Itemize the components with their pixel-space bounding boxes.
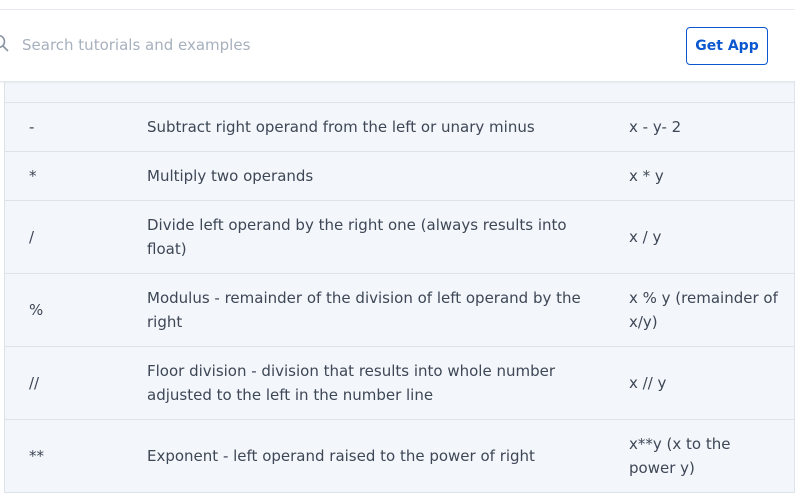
table-row: ** Exponent - left operand raised to the…: [5, 419, 794, 492]
operator-cell: //: [29, 374, 40, 392]
example-cell: x // y: [629, 374, 667, 392]
operator-cell: %: [29, 301, 44, 319]
search-input[interactable]: Search tutorials and examples: [22, 36, 250, 54]
description-cell: Divide left operand by the right one (al…: [147, 216, 567, 258]
operator-cell: -: [29, 118, 35, 136]
table-row: * Multiply two operands x * y: [5, 151, 794, 200]
operator-cell: /: [29, 228, 35, 246]
get-app-button[interactable]: Get App: [686, 27, 768, 65]
table-row: - Subtract right operand from the left o…: [5, 102, 794, 151]
example-cell: x - y- 2: [629, 118, 682, 136]
table-row: % Modulus - remainder of the division of…: [5, 273, 794, 346]
table-row: / Divide left operand by the right one (…: [5, 200, 794, 273]
operators-table: + Add two operands or unary plus x + y +…: [4, 40, 795, 493]
example-cell: x / y: [629, 228, 662, 246]
description-cell: Modulus - remainder of the division of l…: [147, 289, 581, 331]
description-cell: Floor division - division that results i…: [147, 362, 556, 404]
site-header: Search tutorials and examples Get App: [0, 10, 795, 82]
example-cell: x % y (remainder of x/y): [629, 289, 778, 331]
search-icon[interactable]: [0, 34, 9, 52]
table-row: // Floor division - division that result…: [5, 346, 794, 419]
description-cell: Exponent - left operand raised to the po…: [147, 447, 535, 465]
description-cell: Subtract right operand from the left or …: [147, 118, 535, 136]
top-strip: [0, 0, 795, 10]
operator-cell: **: [29, 447, 44, 465]
description-cell: Multiply two operands: [147, 167, 314, 185]
example-cell: x**y (x to the power y): [629, 435, 731, 477]
example-cell: x * y: [629, 167, 664, 185]
operator-cell: *: [29, 167, 37, 185]
